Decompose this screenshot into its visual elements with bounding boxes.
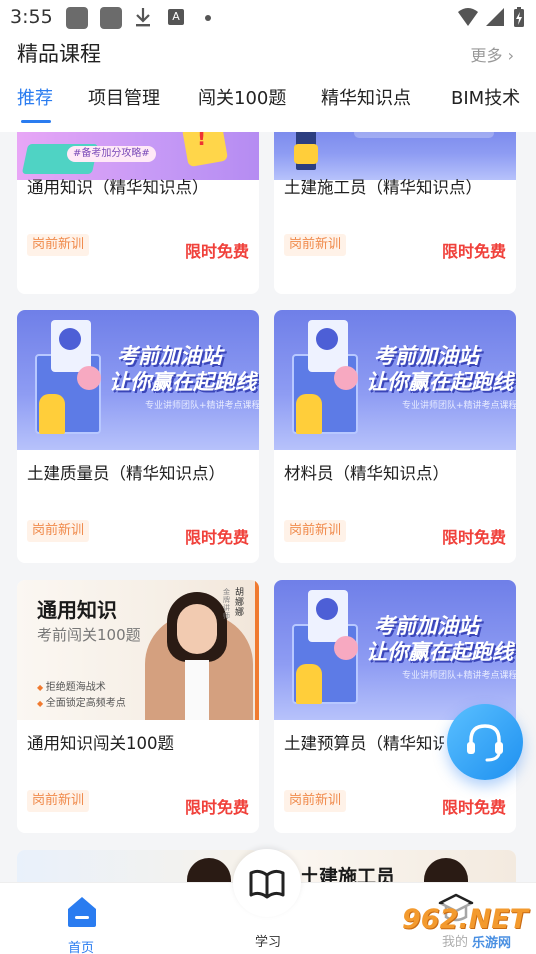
course-cover: 考前加油站 让你赢在起跑线 专业讲师团队+精讲考点课程 [17, 310, 259, 450]
status-bar: 3:55 A [0, 0, 536, 34]
header: 精品课程 更多 › 推荐 项目管理 闯关100题 精华知识点 BIM技术 [0, 34, 536, 132]
course-cover [274, 132, 516, 180]
promo-subline: 专业讲师团队+精讲考点课程 [402, 671, 516, 681]
tab-project-management[interactable]: 项目管理 [88, 84, 160, 110]
active-tab-indicator [21, 120, 51, 123]
promo-subline: 专业讲师团队+精讲考点课程 [145, 401, 259, 411]
site-watermark: 962.NET 乐游网 [396, 904, 532, 952]
promo-line2: 让你赢在起跑线 [366, 370, 513, 394]
more-label: 更多 [470, 46, 503, 65]
a-icon: A [168, 9, 184, 25]
course-title: 土建施工员（精华知识点） [284, 178, 482, 197]
course-price: 限时免费 [441, 242, 506, 261]
promo-line2: 让你赢在起跑线 [366, 640, 513, 664]
course-card[interactable]: 通用知识 考前闯关100题 拒绝题海战术 全面锁定高频考点 胡娜娜 金牌讲师 通… [17, 580, 259, 833]
course-price: 限时免费 [441, 528, 506, 547]
course-cover: 通用知识 考前闯关100题 拒绝题海战术 全面锁定高频考点 胡娜娜 金牌讲师 [17, 580, 259, 720]
course-title: 土建质量员（精华知识点） [27, 464, 225, 483]
course-tag: 岗前新训 [284, 790, 347, 812]
course-tag: 岗前新训 [284, 520, 347, 542]
cover-label: #备考加分攻略# [67, 146, 156, 162]
course-card[interactable]: #备考加分攻略# ! 通用知识（精华知识点） 岗前新训 限时免费 [17, 132, 259, 294]
chevron-right-icon: › [502, 46, 514, 65]
course-price: 限时免费 [184, 528, 249, 547]
course-card[interactable]: 考前加油站 让你赢在起跑线 专业讲师团队+精讲考点课程 土建质量员（精华知识点）… [17, 310, 259, 563]
course-price: 限时免费 [184, 242, 249, 261]
course-cover: #备考加分攻略# ! [17, 132, 259, 180]
cover-bullet: 拒绝题海战术 [37, 678, 106, 693]
course-card[interactable] [17, 850, 259, 882]
nav-study-label[interactable]: 学习 [255, 931, 281, 950]
status-time: 3:55 [10, 6, 53, 28]
course-title: 通用知识（精华知识点） [27, 178, 209, 197]
app-notification-icon [66, 7, 88, 29]
cover-subtitle: 考前闯关100题 [37, 626, 141, 644]
teacher-name: 胡娜娜 [235, 588, 245, 618]
nav-home[interactable]: 首页 [56, 889, 108, 954]
more-link[interactable]: 更多 › [471, 42, 515, 66]
customer-service-button[interactable] [447, 704, 523, 780]
watermark-logo: 962.NET [402, 904, 529, 935]
course-card[interactable]: 土建施工员 [274, 850, 516, 882]
dot-icon [205, 15, 211, 21]
teacher-badge: 金牌讲师 [223, 588, 230, 620]
watermark-sub: 乐游网 [472, 936, 512, 951]
home-icon [68, 897, 96, 927]
tab-recommend[interactable]: 推荐 [17, 84, 53, 110]
tab-100-questions[interactable]: 闯关100题 [198, 84, 286, 110]
course-title: 材料员（精华知识点） [284, 464, 449, 483]
course-tag: 岗前新训 [27, 790, 90, 812]
signal-icon [486, 8, 504, 26]
course-card[interactable]: 土建施工员（精华知识点） 岗前新训 限时免费 [274, 132, 516, 294]
headset-icon [467, 724, 503, 762]
course-cover: 考前加油站 让你赢在起跑线 专业讲师团队+精讲考点课程 [274, 310, 516, 450]
page-title: 精品课程 [17, 42, 101, 66]
course-title: 土建预算员（精华知识点） [284, 734, 444, 753]
promo-line2: 让你赢在起跑线 [109, 370, 256, 394]
course-price: 限时免费 [184, 798, 249, 817]
battery-icon [514, 7, 524, 27]
system-status-icons [458, 7, 524, 27]
course-tag: 岗前新训 [27, 520, 90, 542]
tab-bim[interactable]: BIM技术 [451, 84, 520, 110]
download-icon [136, 8, 150, 27]
cover-bullet: 全面锁定高频考点 [37, 694, 126, 709]
promo-subline: 专业讲师团队+精讲考点课程 [402, 401, 516, 411]
nav-study[interactable] [233, 849, 301, 917]
course-tag: 岗前新训 [27, 234, 90, 256]
course-cover: 考前加油站 让你赢在起跑线 专业讲师团队+精讲考点课程 [274, 580, 516, 720]
course-price: 限时免费 [441, 798, 506, 817]
cover-title: 通用知识 [37, 598, 117, 622]
nav-home-label: 首页 [68, 941, 95, 954]
wifi-icon [458, 8, 478, 26]
course-card[interactable]: 考前加油站 让你赢在起跑线 专业讲师团队+精讲考点课程 材料员（精华知识点） 岗… [274, 310, 516, 563]
category-tabs: 推荐 项目管理 闯关100题 精华知识点 BIM技术 [0, 82, 536, 122]
cover-title: 土建施工员 [300, 866, 396, 882]
book-icon [249, 869, 285, 899]
tab-key-points[interactable]: 精华知识点 [321, 84, 411, 110]
course-title: 通用知识闯关100题 [27, 734, 174, 753]
course-tag: 岗前新训 [284, 234, 347, 256]
app-notification-icon [100, 7, 122, 29]
